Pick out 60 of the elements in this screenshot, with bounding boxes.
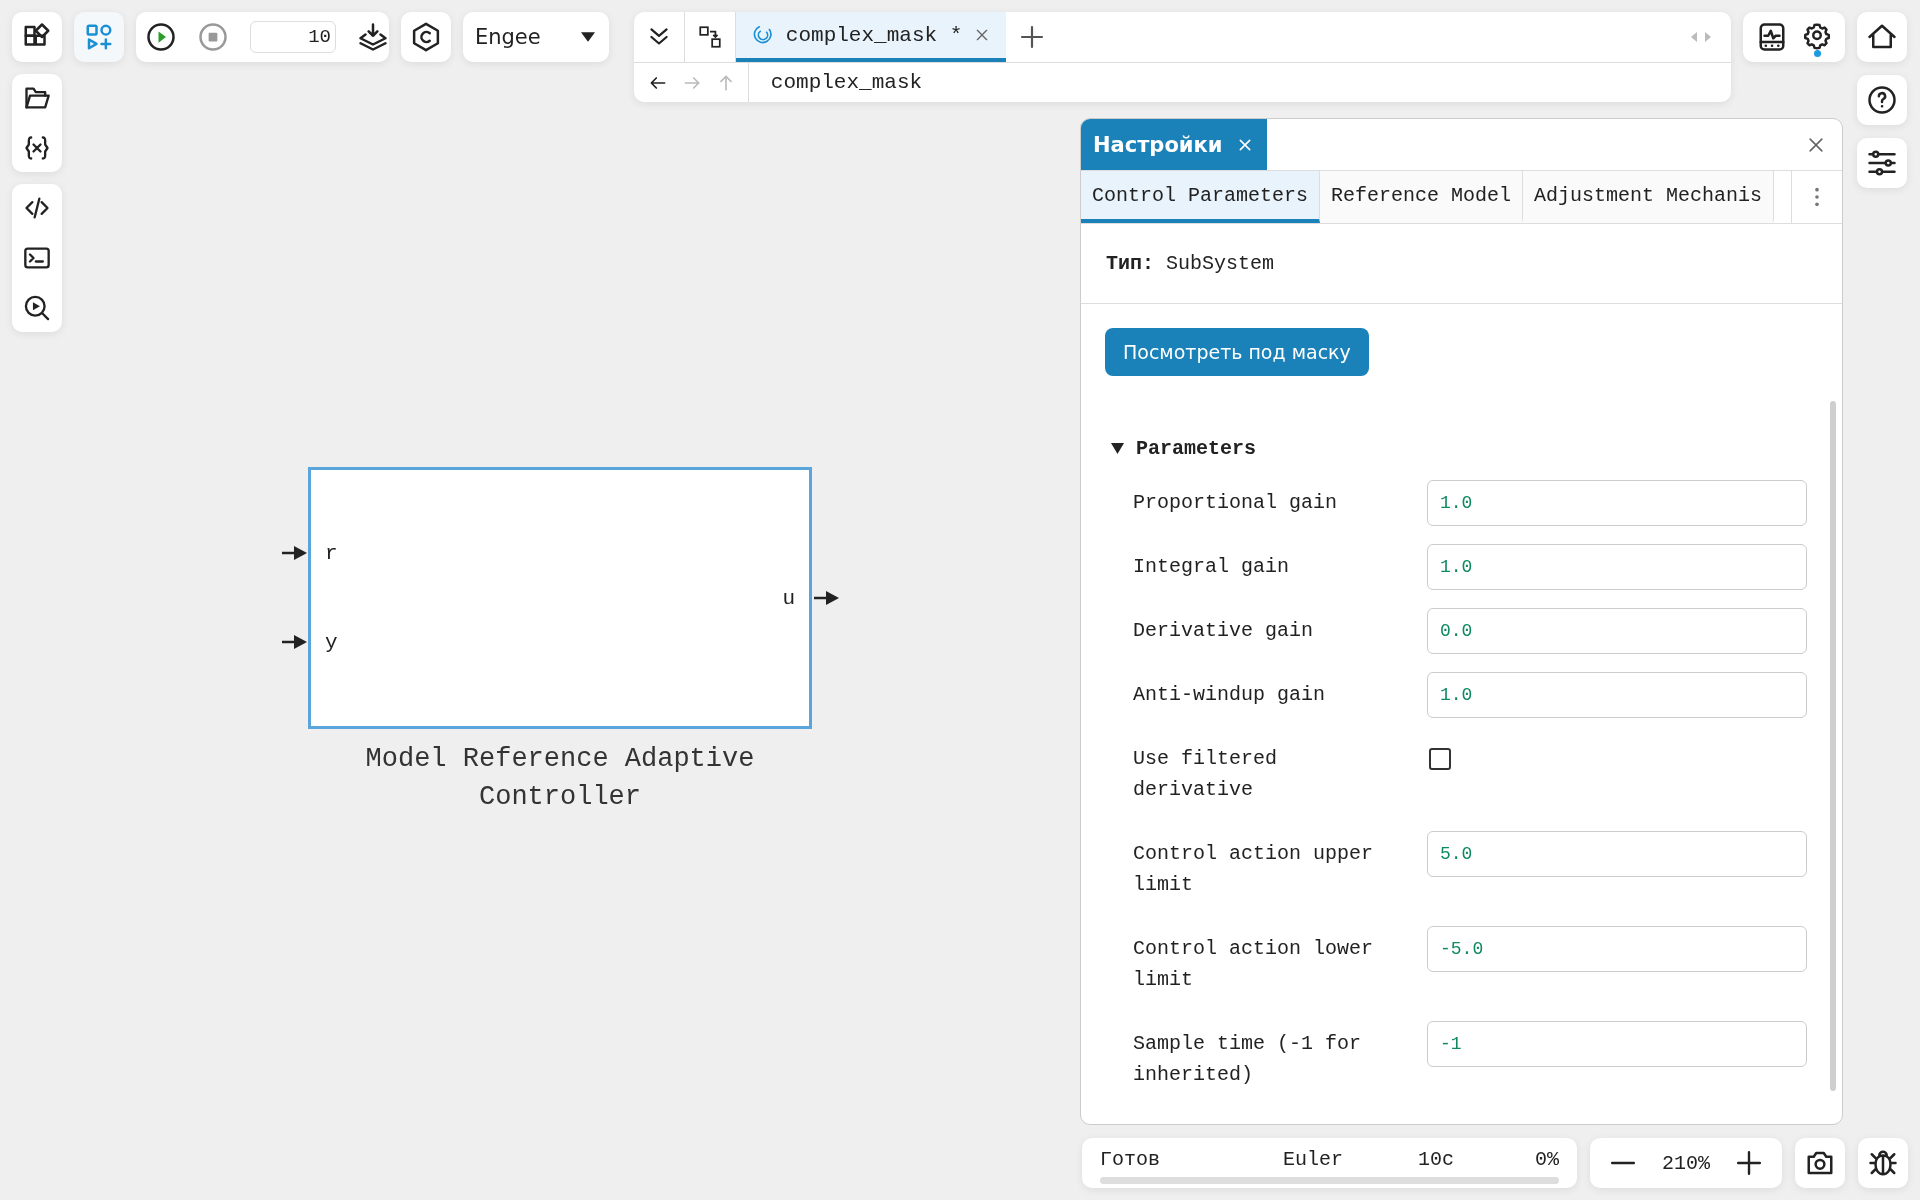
editor-tab[interactable]: complex_mask * [735, 12, 1007, 63]
field-label: Derivative gain [1133, 618, 1315, 644]
field-label: Integral gain [1133, 554, 1291, 580]
sliders-icon[interactable] [1867, 148, 1897, 178]
engine-dropdown[interactable]: Engee [462, 12, 609, 62]
run-search-icon[interactable] [23, 294, 51, 322]
type-label: Тип: [1106, 252, 1154, 275]
field-label: Proportional gain [1133, 490, 1339, 516]
port-label: u [782, 586, 795, 612]
field-label: Anti-windup gain [1133, 682, 1327, 708]
field-label: Control action upper limit [1133, 841, 1375, 898]
field-label: Use filtered derivative [1133, 746, 1279, 803]
port-label: y [325, 630, 338, 656]
help-icon[interactable] [1867, 85, 1897, 115]
tab[interactable]: Adjustment Mechanis [1523, 171, 1775, 223]
progress-text: 0% [1535, 1148, 1559, 1171]
collapse-icon[interactable] [1111, 442, 1124, 454]
scrollbar[interactable] [1830, 401, 1836, 1091]
input-port-arrow [282, 634, 308, 650]
tab[interactable]: Control Parameters [1081, 171, 1321, 223]
more-icon[interactable] [1814, 186, 1820, 208]
step-count-field[interactable]: 10 [249, 21, 336, 53]
panel-tab[interactable]: Настройки [1081, 119, 1267, 170]
time-text: 10с [1418, 1148, 1455, 1171]
port-label: r [325, 541, 338, 567]
notification-dot [1813, 50, 1821, 57]
checkbox[interactable] [1429, 748, 1451, 770]
subsystem-block[interactable]: r y u [308, 467, 812, 729]
download-icon[interactable] [357, 22, 388, 52]
input-field[interactable]: 1.0 [1427, 672, 1807, 718]
dropdown-value: Engee [474, 25, 541, 49]
input-field[interactable]: -1 [1427, 1021, 1807, 1067]
field-label: Control action lower limit [1133, 936, 1375, 993]
tab[interactable]: Reference Model [1320, 171, 1524, 223]
type-value: SubSystem [1166, 252, 1275, 275]
blocks-add-icon[interactable] [84, 22, 114, 52]
section-toggle[interactable]: Parameters [1105, 430, 1257, 466]
view-under-mask-button[interactable]: Посмотреть под маску [1105, 328, 1369, 376]
input-field[interactable]: 0.0 [1427, 608, 1807, 654]
solver-text: Euler [1283, 1148, 1344, 1171]
input-field[interactable]: -5.0 [1427, 926, 1807, 972]
zoom-level: 210% [1662, 1151, 1710, 1175]
swap-icon[interactable] [696, 24, 723, 51]
output-port-arrow [814, 590, 840, 606]
input-field[interactable]: 1.0 [1427, 544, 1807, 590]
input-field[interactable]: 1.0 [1427, 480, 1807, 526]
breadcrumb-path: complex_mask [770, 71, 923, 95]
plus-icon[interactable] [1020, 25, 1045, 50]
stop-icon[interactable] [197, 22, 228, 52]
bug-icon[interactable] [1868, 1148, 1898, 1178]
status-text: Готов [1100, 1148, 1161, 1171]
field-label: Sample time (-1 for inherited) [1133, 1031, 1363, 1088]
play-icon[interactable] [145, 22, 176, 52]
input-port-arrow [282, 545, 308, 561]
zoom-in-icon[interactable] [1736, 1150, 1762, 1176]
hexagon-icon[interactable] [410, 22, 441, 52]
input-field[interactable]: 5.0 [1427, 831, 1807, 877]
block-label: Model Reference Adaptive Controller [364, 743, 756, 814]
variables-icon[interactable] [23, 134, 51, 162]
caret-icon[interactable] [580, 32, 595, 42]
